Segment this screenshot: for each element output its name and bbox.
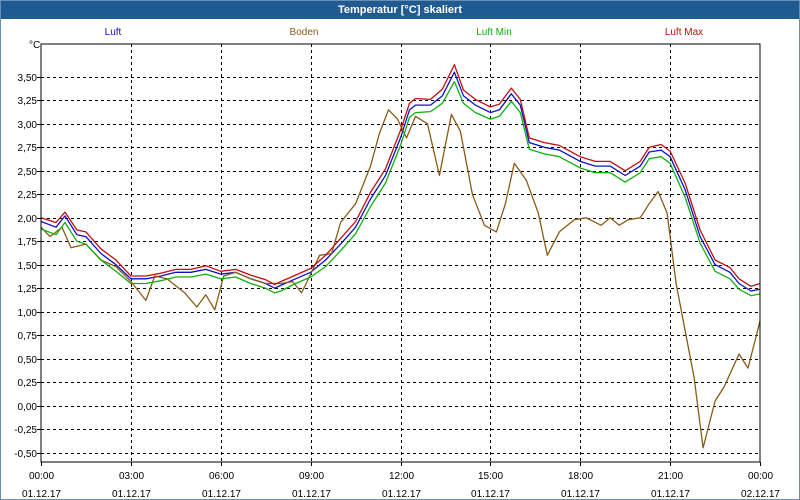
x-tick-date: 01.12.17 xyxy=(471,489,510,499)
y-tick-label: 3,00 xyxy=(18,120,38,131)
x-tick-date: 01.12.17 xyxy=(651,489,690,499)
x-tick-time: 15:00 xyxy=(478,471,503,482)
y-axis-ticks: 3,50 3,25 3,00 2,75 2,50 2,25 2,00 1,75 1,50 1,25… xyxy=(14,73,41,460)
x-axis-ticks: 00:00 01.12.17 03:00 01.12.17 06:00 01.12.17 0… xyxy=(22,462,780,499)
y-tick-label: 3,25 xyxy=(18,96,38,107)
y-tick-label: 2,50 xyxy=(18,167,38,178)
x-tick-time: 09:00 xyxy=(299,471,324,482)
y-tick-label: -0,25 xyxy=(14,425,37,436)
y-tick-label: 1,75 xyxy=(18,237,38,248)
x-tick-time: 21:00 xyxy=(658,471,683,482)
y-tick-label: -0,50 xyxy=(14,449,37,460)
chart-window: Temperatur [°C] skaliert Luft Boden Luft M… xyxy=(0,0,800,500)
y-tick-label: 0,75 xyxy=(18,331,38,342)
legend-luft-max: Luft Max xyxy=(665,27,703,38)
y-tick-label: 0,25 xyxy=(18,378,38,389)
legend-boden: Boden xyxy=(290,27,319,38)
series-lines xyxy=(40,64,761,449)
x-tick-date: 01.12.17 xyxy=(382,489,421,499)
series-luft-min xyxy=(40,80,761,297)
legend-luft-min: Luft Min xyxy=(476,27,512,38)
x-tick-date: 01.12.17 xyxy=(112,489,151,499)
temperature-chart: Luft Boden Luft Min Luft Max °C 3,50 3,25 3,0… xyxy=(14,27,780,499)
plot-frame xyxy=(40,43,761,463)
legend-luft: Luft xyxy=(105,27,122,38)
y-tick-label: 0,50 xyxy=(18,355,38,366)
y-tick-label: 2,00 xyxy=(18,214,38,225)
series-luft-max xyxy=(40,64,761,287)
y-tick-label: 2,75 xyxy=(18,143,38,154)
legend: Luft Boden Luft Min Luft Max xyxy=(105,27,704,38)
chart-title: Temperatur [°C] skaliert xyxy=(1,1,799,19)
x-tick-date: 02.12.17 xyxy=(741,489,780,499)
y-tick-label: 1,00 xyxy=(18,308,38,319)
y-axis-label: °C xyxy=(29,40,40,51)
x-tick-date: 01.12.17 xyxy=(561,489,600,499)
x-tick-time: 00:00 xyxy=(748,471,773,482)
y-tick-label: 1,25 xyxy=(18,284,38,295)
x-tick-time: 03:00 xyxy=(119,471,144,482)
x-tick-date: 01.12.17 xyxy=(202,489,241,499)
x-tick-time: 18:00 xyxy=(568,471,593,482)
x-tick-time: 06:00 xyxy=(209,471,234,482)
series-luft xyxy=(40,71,761,292)
x-tick-time: 00:00 xyxy=(29,471,54,482)
y-tick-label: 0,00 xyxy=(18,402,38,413)
x-tick-time: 12:00 xyxy=(389,471,414,482)
y-tick-label: 1,50 xyxy=(18,261,38,272)
y-tick-label: 2,25 xyxy=(18,190,38,201)
x-tick-date: 01.12.17 xyxy=(292,489,331,499)
x-tick-date: 01.12.17 xyxy=(22,489,61,499)
grid xyxy=(41,44,760,462)
y-tick-label: 3,50 xyxy=(18,73,38,84)
